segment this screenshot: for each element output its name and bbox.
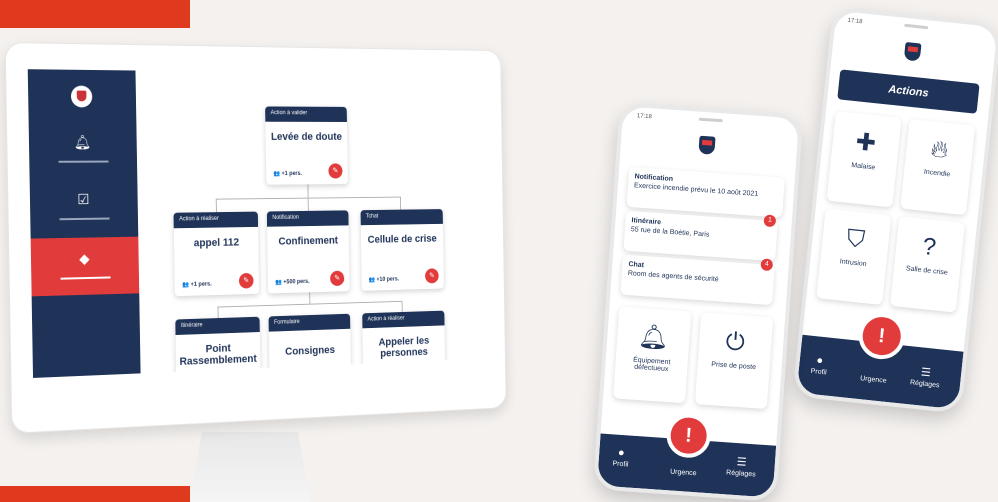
accent-bar-top [0, 0, 190, 28]
card-root[interactable]: Action à valider Levée de doute 👥 +1 per… [265, 106, 348, 184]
phone-actions: 17:18 Actions ✚ Malaise 🔥︎ Incendie ⛉ Intru… [792, 6, 998, 414]
card-appel-112[interactable]: Action à réaliser appel 112 👥 +1 pers. ✎ [173, 212, 259, 297]
tab-profile[interactable]: ● Profil [810, 354, 828, 377]
edit-pencil-icon[interactable]: ✎ [239, 273, 254, 289]
notification-card[interactable]: Notification Exercice incendie prévu le 1… [626, 167, 784, 218]
sliders-icon: ☰ [727, 454, 757, 469]
medkit-icon: ✚ [832, 125, 901, 161]
card-persons: 👥 +1 pers. [182, 281, 212, 289]
status-time: 17:18 [847, 18, 863, 26]
sliders-icon: ☰ [911, 364, 942, 380]
person-icon: ● [811, 354, 828, 368]
desktop-monitor: 🔔︎ ☑ ◆ Action à valider Levée de doute 👥… [5, 42, 507, 434]
tab-urgence[interactable]: Urgence [670, 468, 697, 477]
tab-profile[interactable]: ● Profil [612, 446, 629, 468]
tab-urgence[interactable]: Urgence [860, 375, 887, 385]
card-persons: 👥 +10 pers. [369, 276, 400, 283]
checklist-icon: ☑ [75, 190, 93, 208]
tile-label: Incendie [924, 169, 951, 179]
card-header: Action à valider [265, 106, 347, 122]
desktop-screen: 🔔︎ ☑ ◆ Action à valider Levée de doute 👥… [28, 69, 479, 378]
card-title: Point Rassemblement [176, 342, 261, 368]
person-icon: ● [613, 446, 630, 459]
bell-alarm-icon: 🔔︎ [616, 321, 690, 355]
phone-home: 17:18 Notification Exercice incendie prév… [593, 102, 804, 502]
actions-title: Actions [837, 69, 979, 113]
card-title: Levée de doute [266, 131, 348, 142]
card-header: Notification [267, 210, 349, 226]
chat-card[interactable]: Chat Room des agents de sécurité [620, 255, 774, 306]
shield-logo-icon [698, 136, 715, 155]
tab-settings[interactable]: ☰ Réglages [726, 454, 757, 478]
sidebar-item-alerts[interactable]: ◆ [31, 237, 140, 297]
card-persons: 👥 +500 pers. [275, 278, 310, 286]
tile-intrusion[interactable]: ⛉ Intrusion [816, 209, 891, 305]
shield-logo-icon [71, 86, 93, 108]
card-confinement[interactable]: Notification Confinement 👥 +500 pers. ✎ [267, 210, 350, 293]
shield-off-icon: ⛉ [821, 222, 890, 257]
card-appeler-les-personnes[interactable]: Action à réaliser Appeler les personnes [362, 311, 445, 378]
card-header: Tchat [361, 209, 443, 225]
tile-equipement-defectueux[interactable]: 🔔︎ Équipement défectueux [613, 307, 691, 404]
card-title: Appeler les personnes [363, 335, 445, 361]
tile-label: Malaise [851, 162, 876, 171]
tile-incendie[interactable]: 🔥︎ Incendie [900, 119, 975, 215]
card-title: Consignes [269, 344, 351, 359]
card-title: Confinement [267, 235, 349, 248]
tile-salle-de-crise[interactable]: ? Salle de crise [890, 216, 965, 312]
card-title: appel 112 [174, 236, 259, 249]
card-persons: 👥 +1 pers. [273, 170, 302, 177]
alert-diamond-icon: ◆ [76, 249, 94, 267]
flame-icon: 🔥︎ [905, 133, 974, 168]
card-title: Cellule de crise [361, 233, 443, 246]
tile-label: Prise de poste [711, 361, 756, 371]
itinerary-card[interactable]: Itinéraire 55 rue de la Boétie, Paris [623, 211, 777, 262]
accent-bar-bottom [0, 486, 190, 502]
card-header: Action à réaliser [362, 311, 444, 329]
tile-malaise[interactable]: ✚ Malaise [827, 111, 902, 207]
shield-logo-icon [904, 42, 922, 62]
tile-prise-de-poste[interactable]: ⏻ Prise de poste [695, 312, 773, 409]
sidebar: 🔔︎ ☑ ◆ [28, 69, 141, 378]
power-icon: ⏻ [698, 326, 772, 359]
question-icon: ? [895, 230, 964, 265]
card-cellule-de-crise[interactable]: Tchat Cellule de crise 👥 +10 pers. ✎ [361, 209, 444, 291]
tile-label: Intrusion [839, 258, 866, 268]
tab-settings[interactable]: ☰ Réglages [910, 364, 942, 389]
card-header: Action à réaliser [173, 212, 258, 229]
status-time: 17:18 [637, 113, 652, 120]
monitor-stand [190, 432, 310, 502]
bell-icon: 🔔︎ [74, 133, 92, 151]
edit-pencil-icon[interactable]: ✎ [330, 271, 344, 286]
card-header: Itinéraire [175, 317, 260, 335]
sidebar-item-checklist[interactable]: ☑ [30, 178, 139, 237]
tile-label: Équipement défectueux [633, 357, 671, 373]
sidebar-item-notifications[interactable]: 🔔︎ [29, 121, 138, 179]
card-consignes[interactable]: Formulaire Consignes [269, 314, 352, 378]
edit-pencil-icon[interactable]: ✎ [425, 268, 439, 283]
tile-label: Salle de crise [906, 265, 949, 276]
edit-pencil-icon[interactable]: ✎ [328, 163, 342, 178]
card-point-rassemblement[interactable]: Itinéraire Point Rassemblement [175, 317, 260, 378]
card-header: Formulaire [269, 314, 351, 332]
